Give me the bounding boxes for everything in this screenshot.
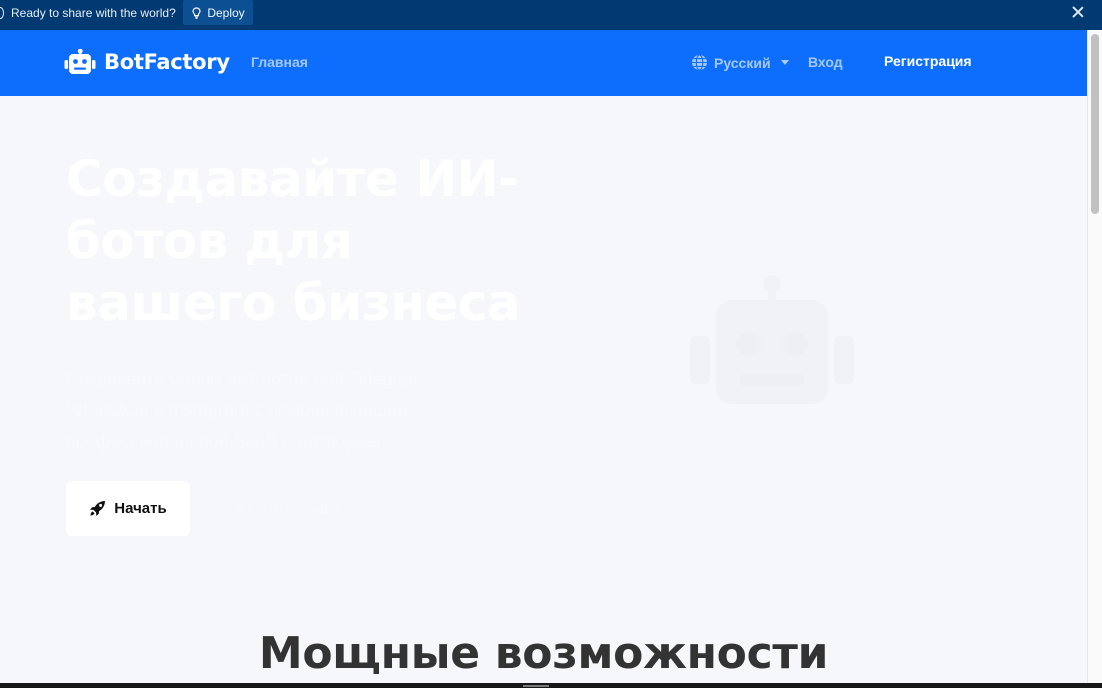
learn-more-button[interactable]: Узнать больше: [218, 481, 358, 536]
nav-link-login[interactable]: Вход: [808, 54, 843, 70]
deploy-label: Deploy: [207, 5, 245, 20]
bottom-strip: [0, 683, 1102, 688]
resize-handle[interactable]: [523, 685, 549, 687]
caret-down-icon: [780, 60, 789, 65]
scrollbar-thumb[interactable]: [1091, 34, 1099, 214]
status-icon: [0, 7, 4, 19]
deploy-banner: Ready to share with the world? Deploy: [0, 0, 1102, 30]
features-title: Мощные возможности: [258, 628, 829, 679]
close-icon[interactable]: [1071, 5, 1085, 19]
nav-link-register[interactable]: Регистрация: [884, 53, 972, 69]
deploy-message: Ready to share with the world?: [11, 6, 176, 20]
navbar: BotFactory Главная Русский Вход Регистра…: [0, 30, 1087, 96]
bulb-icon: [192, 6, 201, 19]
brand-name: BotFactory: [104, 50, 230, 74]
start-button[interactable]: Начать: [66, 481, 190, 536]
page-viewport: BotFactory Главная Русский Вход Регистра…: [0, 30, 1087, 683]
robot-icon: [64, 49, 96, 74]
nav-link-home[interactable]: Главная: [251, 54, 308, 70]
brand-link[interactable]: BotFactory: [64, 49, 230, 75]
learn-more-label: Узнать больше: [235, 500, 341, 517]
start-button-label: Начать: [114, 500, 167, 517]
globe-icon: [692, 54, 707, 71]
hero-subtitle: Создавайте умных чат-ботов для Telegram,…: [66, 369, 429, 451]
deploy-button[interactable]: Deploy: [183, 0, 253, 25]
scrollbar[interactable]: [1087, 30, 1102, 683]
language-label: Русский: [714, 54, 771, 71]
language-dropdown[interactable]: Русский: [691, 54, 789, 71]
robot-icon: [690, 275, 854, 404]
rocket-icon: [90, 501, 106, 516]
hero-title: Создавайте ИИ-ботов для вашего бизнеса: [66, 150, 521, 332]
